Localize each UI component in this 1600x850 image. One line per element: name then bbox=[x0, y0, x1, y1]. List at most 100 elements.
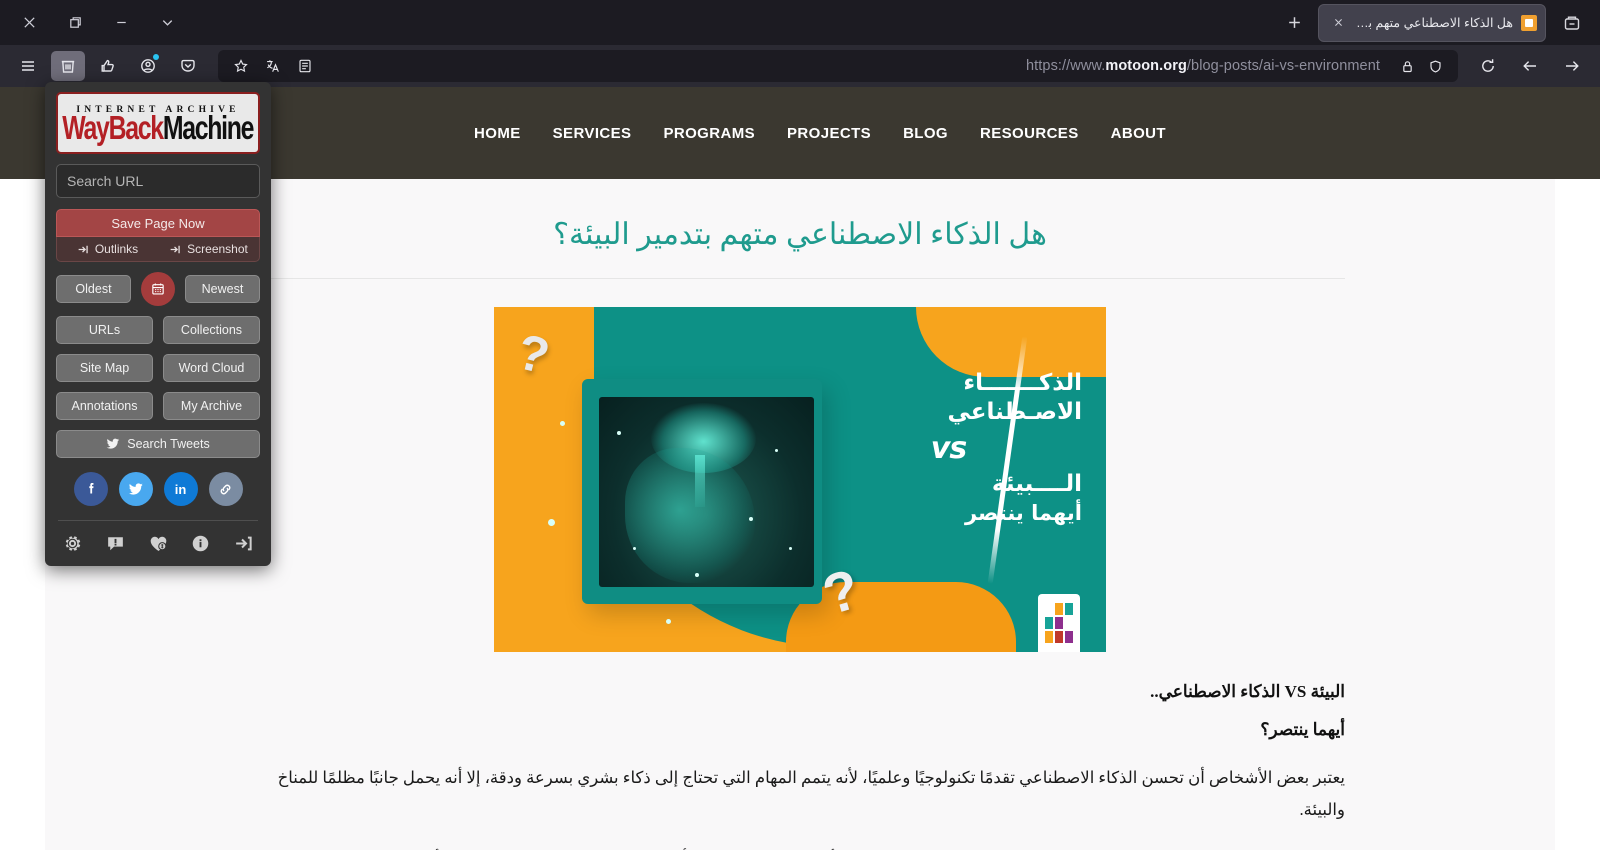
page-title: هل الذكاء الاصطناعي متهم بتدمير البيئة؟ bbox=[553, 218, 1047, 251]
outlinks-option[interactable]: Outlinks bbox=[57, 242, 158, 256]
tab-close-icon[interactable] bbox=[1329, 14, 1347, 32]
linkedin-label: in bbox=[174, 481, 187, 497]
window-restore-button[interactable] bbox=[52, 3, 98, 43]
timetravel-row: Oldest Newest bbox=[56, 272, 260, 306]
account-icon[interactable] bbox=[131, 51, 165, 81]
application-menu-icon[interactable] bbox=[11, 51, 45, 81]
article-body: البيئة VS الذكاء الاصطناعي.. أيهما ينتصر… bbox=[255, 652, 1345, 850]
nav-item-home[interactable]: HOME bbox=[458, 125, 537, 142]
window-controls bbox=[0, 3, 190, 43]
address-bar[interactable]: https://www.motoon.org/blog-posts/ai-vs-… bbox=[218, 50, 1458, 82]
facebook-icon[interactable] bbox=[73, 472, 108, 506]
navigation-right-controls bbox=[1468, 51, 1592, 81]
shield-icon[interactable] bbox=[1422, 53, 1448, 79]
save-options-row: Outlinks Screenshot bbox=[56, 237, 260, 262]
donate-heart-icon[interactable] bbox=[148, 533, 169, 554]
wayback-logo-red-word: WayBack bbox=[62, 108, 165, 147]
screenshot-option[interactable]: Screenshot bbox=[158, 242, 259, 256]
wayback-machine-popup: INTERNET ARCHIVE WayBackMachine Save Pag… bbox=[45, 82, 271, 566]
annotations-button[interactable]: Annotations bbox=[56, 392, 153, 420]
site-map-button[interactable]: Site Map bbox=[56, 354, 153, 382]
featured-vs-label: vs bbox=[930, 430, 967, 466]
nav-item-blog[interactable]: BLOG bbox=[887, 125, 964, 142]
pocket-icon[interactable] bbox=[171, 51, 205, 81]
window-expand-button[interactable] bbox=[144, 3, 190, 43]
login-icon[interactable] bbox=[233, 533, 254, 554]
urls-collections-row: URLs Collections bbox=[56, 316, 260, 344]
feedback-icon[interactable] bbox=[105, 533, 126, 554]
annotations-myarchive-row: Annotations My Archive bbox=[56, 392, 260, 420]
new-tab-button[interactable] bbox=[1274, 3, 1314, 43]
search-url-input[interactable] bbox=[56, 164, 260, 198]
twitter-icon[interactable] bbox=[118, 472, 153, 506]
my-archive-button[interactable]: My Archive bbox=[163, 392, 260, 420]
article-paragraph-1: يعتبر بعض الأشخاص أن تحسن الذكاء الاصطنا… bbox=[277, 768, 1345, 820]
newest-button[interactable]: Newest bbox=[185, 275, 260, 303]
word-cloud-button[interactable]: Word Cloud bbox=[163, 354, 260, 382]
featured-question-mark-1: ? bbox=[511, 323, 555, 385]
browser-window: هل الذكاء الاصطناعي متهم بتدمير… bbox=[0, 0, 1600, 850]
nav-item-programs[interactable]: PROGRAMS bbox=[647, 125, 771, 142]
wayback-machine-icon[interactable] bbox=[51, 51, 85, 81]
search-tweets-label: Search Tweets bbox=[127, 437, 210, 451]
forward-arrow-icon[interactable] bbox=[1555, 51, 1589, 81]
motoon-logo-icon bbox=[1038, 594, 1080, 652]
linkedin-icon[interactable]: in bbox=[163, 472, 198, 506]
navigation-toolbar: https://www.motoon.org/blog-posts/ai-vs-… bbox=[0, 45, 1600, 87]
featured-network-hand bbox=[625, 448, 755, 583]
reload-icon[interactable] bbox=[1471, 51, 1505, 81]
article-lead-subheading: أيهما ينتصر؟ bbox=[1260, 720, 1345, 739]
address-bar-url: https://www.motoon.org/blog-posts/ai-vs-… bbox=[328, 58, 1386, 74]
account-badge-dot bbox=[153, 54, 159, 60]
twitter-bird-icon bbox=[106, 438, 120, 449]
wayback-logo-wordmark: WayBackMachine bbox=[62, 108, 255, 147]
nav-item-resources[interactable]: RESOURCES bbox=[964, 125, 1095, 142]
page-content: هل الذكاء الاصطناعي متهم بتدمير البيئة؟ bbox=[45, 179, 1555, 850]
collections-button[interactable]: Collections bbox=[163, 316, 260, 344]
site-navigation: HOME SERVICES PROGRAMS PROJECTS BLOG RES… bbox=[458, 125, 1182, 142]
article-lead-heading: البيئة VS الذكاء الاصطناعي.. bbox=[1150, 682, 1345, 701]
featured-line-3: الــــبيئة bbox=[991, 471, 1082, 498]
extension-thumb-icon[interactable] bbox=[91, 51, 125, 81]
address-bar-security-icons bbox=[1394, 53, 1450, 79]
nav-item-about[interactable]: ABOUT bbox=[1095, 125, 1182, 142]
featured-text-block: الذكـــــــاء الاصـطناعي vs الــــبيئة أ… bbox=[867, 369, 1082, 527]
url-domain: motoon.org bbox=[1105, 58, 1187, 74]
wayback-logo-black-word: Machine bbox=[163, 108, 255, 147]
window-minimize-button[interactable] bbox=[98, 3, 144, 43]
urls-button[interactable]: URLs bbox=[56, 316, 153, 344]
settings-gear-icon[interactable] bbox=[62, 533, 83, 554]
list-all-tabs-button[interactable] bbox=[1552, 3, 1592, 43]
nav-item-services[interactable]: SERVICES bbox=[537, 125, 648, 142]
featured-screen bbox=[599, 397, 814, 587]
about-info-icon[interactable] bbox=[190, 533, 211, 554]
bookmark-star-icon[interactable] bbox=[227, 53, 255, 79]
address-bar-page-actions bbox=[226, 53, 320, 79]
nav-item-projects[interactable]: PROJECTS bbox=[771, 125, 887, 142]
calendar-icon[interactable] bbox=[141, 272, 175, 306]
url-path: /blog-posts/ai-vs-environment bbox=[1186, 58, 1380, 74]
copy-link-icon[interactable] bbox=[208, 472, 243, 506]
reader-view-icon[interactable] bbox=[291, 53, 319, 79]
sitemap-wordcloud-row: Site Map Word Cloud bbox=[56, 354, 260, 382]
oldest-button[interactable]: Oldest bbox=[56, 275, 131, 303]
article: هل الذكاء الاصطناعي متهم بتدمير البيئة؟ bbox=[255, 179, 1345, 850]
article-paragraph-2: في مقابلة للرئيس التنفيذي السابق لشركة ج… bbox=[255, 826, 1345, 850]
window-close-button[interactable] bbox=[6, 3, 52, 43]
browser-tab-active[interactable]: هل الذكاء الاصطناعي متهم بتدمير… bbox=[1318, 3, 1546, 42]
featured-image: ? ? الذكـــــــاء الاصـطناعي vs الــــبي… bbox=[494, 307, 1106, 652]
save-page-now-button[interactable]: Save Page Now bbox=[56, 209, 260, 237]
tab-strip: هل الذكاء الاصطناعي متهم بتدمير… bbox=[0, 0, 1600, 45]
featured-line-1: الذكـــــــاء bbox=[963, 370, 1082, 396]
search-tweets-button[interactable]: Search Tweets bbox=[56, 430, 260, 458]
translate-icon[interactable] bbox=[259, 53, 287, 79]
featured-image-wrapper: ? ? الذكـــــــاء الاصـطناعي vs الــــبي… bbox=[255, 279, 1345, 652]
social-share-row: in bbox=[56, 472, 260, 506]
featured-line-4: أيهما ينتصر bbox=[964, 500, 1082, 525]
outlinks-label: Outlinks bbox=[94, 242, 139, 256]
screenshot-label: Screenshot bbox=[187, 242, 248, 256]
back-arrow-icon[interactable] bbox=[1513, 51, 1547, 81]
wayback-machine-logo: INTERNET ARCHIVE WayBackMachine bbox=[56, 92, 260, 154]
featured-line-2: الاصـطناعي bbox=[947, 399, 1082, 426]
lock-icon[interactable] bbox=[1394, 53, 1420, 79]
